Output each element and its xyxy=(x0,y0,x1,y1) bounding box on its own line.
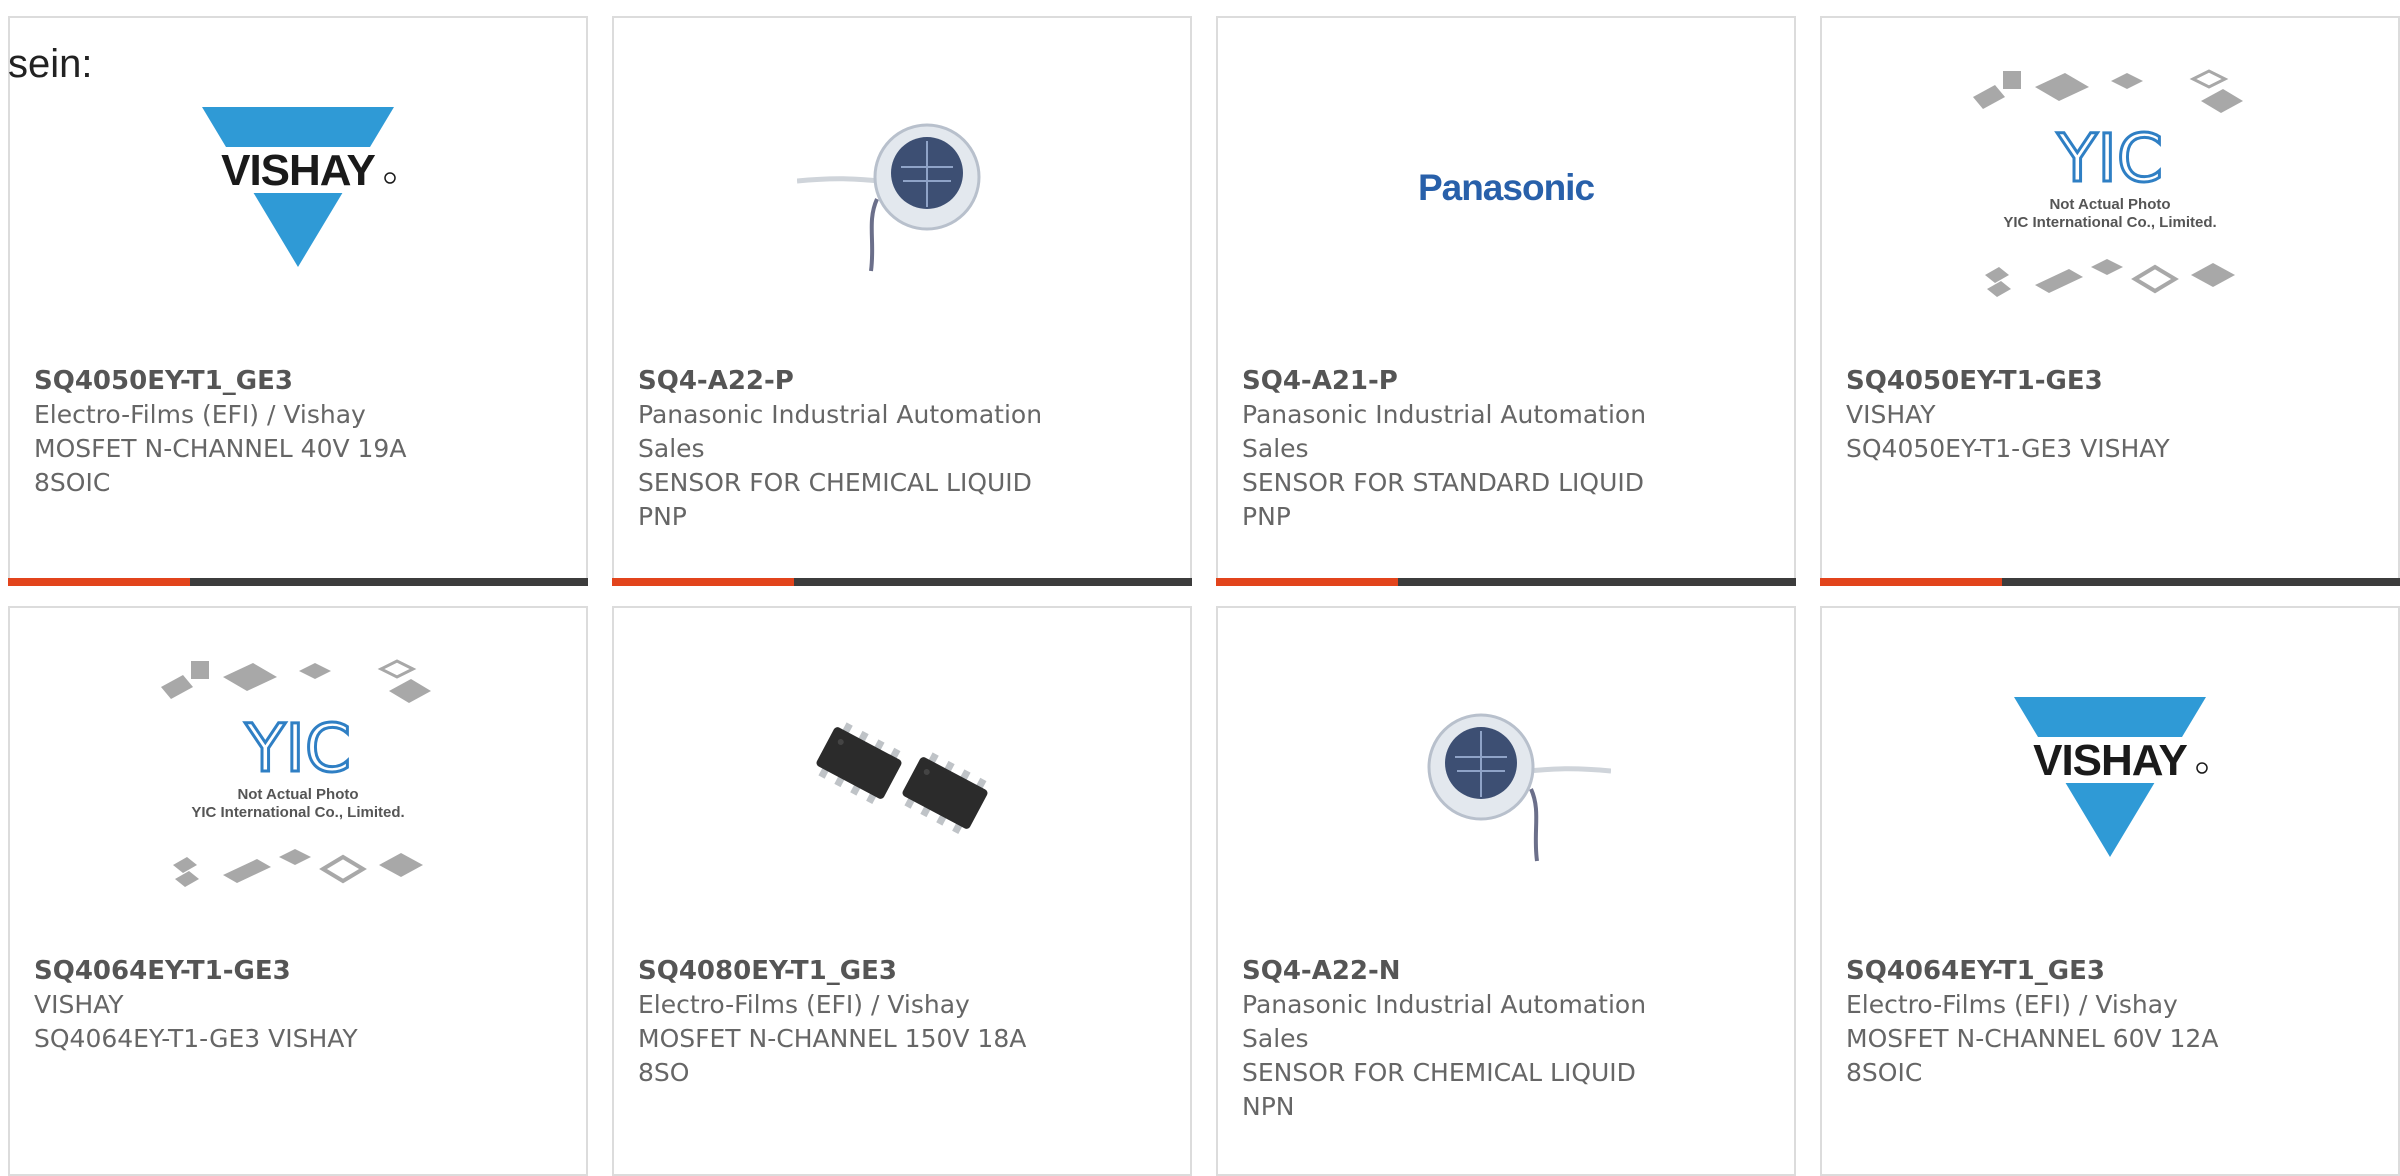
product-info: SQ4064EY-T1-GE3 VISHAY SQ4064EY-T1-GE3 V… xyxy=(34,954,562,1056)
description: SQ4064EY-T1-GE3 VISHAY xyxy=(34,1024,358,1053)
card-bottom-bar xyxy=(1820,578,2400,586)
product-card[interactable]: SQ4-A22-N Panasonic Industrial Automatio… xyxy=(1216,606,1796,1176)
part-number[interactable]: SQ4-A22-N xyxy=(1242,954,1770,988)
svg-text:YIC International Co., Limited: YIC International Co., Limited. xyxy=(2003,214,2216,231)
panasonic-logo-icon: Panasonic xyxy=(1417,167,1595,208)
product-info: SQ4050EY-T1_GE3 Electro-Films (EFI) / Vi… xyxy=(34,364,562,500)
card-bar-highlight xyxy=(612,578,794,586)
description: MOSFET N-CHANNEL 60V 12A 8SOIC xyxy=(1846,1024,2219,1087)
svg-text:Not Actual Photo: Not Actual Photo xyxy=(2049,196,2170,213)
product-info: SQ4050EY-T1-GE3 VISHAY SQ4050EY-T1-GE3 V… xyxy=(1846,364,2374,466)
description: SENSOR FOR CHEMICAL LIQUID PNP xyxy=(638,468,1032,531)
manufacturer: Electro-Films (EFI) / Vishay xyxy=(638,990,970,1019)
svg-text:VISHAY: VISHAY xyxy=(2033,736,2187,785)
yic-placeholder-icon: YIC Not Actual Photo YIC International Co.… xyxy=(153,651,443,905)
svg-text:VISHAY: VISHAY xyxy=(221,146,375,195)
part-number[interactable]: SQ4064EY-T1_GE3 xyxy=(1846,954,2374,988)
yic-placeholder-icon: YIC Not Actual Photo YIC International Co.… xyxy=(1965,61,2255,315)
product-image[interactable]: VISHAY xyxy=(10,18,586,358)
part-number[interactable]: SQ4050EY-T1_GE3 xyxy=(34,364,562,398)
product-image[interactable]: YIC Not Actual Photo YIC International Co.… xyxy=(10,608,586,948)
svg-text:YIC: YIC xyxy=(2056,120,2163,197)
product-card[interactable]: VISHAY SQ4050EY-T1_GE3 Electro-Films (EF… xyxy=(8,16,588,586)
part-number[interactable]: SQ4080EY-T1_GE3 xyxy=(638,954,1166,988)
product-image[interactable] xyxy=(614,608,1190,948)
product-card[interactable]: SQ4080EY-T1_GE3 Electro-Films (EFI) / Vi… xyxy=(612,606,1192,1176)
card-bar-highlight xyxy=(1216,578,1398,586)
product-image[interactable]: VISHAY xyxy=(1822,608,2398,948)
vishay-logo-icon: VISHAY xyxy=(2010,691,2210,865)
svg-text:Not Actual Photo: Not Actual Photo xyxy=(237,786,358,803)
description: MOSFET N-CHANNEL 150V 18A 8SO xyxy=(638,1024,1027,1087)
intro-text: sein: xyxy=(8,42,93,86)
manufacturer: Panasonic Industrial Automation Sales xyxy=(1242,990,1647,1053)
product-image[interactable] xyxy=(614,18,1190,358)
description: SENSOR FOR STANDARD LIQUID PNP xyxy=(1242,468,1644,531)
description: MOSFET N-CHANNEL 40V 19A 8SOIC xyxy=(34,434,407,497)
manufacturer: Panasonic Industrial Automation Sales xyxy=(638,400,1043,463)
part-number[interactable]: SQ4050EY-T1-GE3 xyxy=(1846,364,2374,398)
product-card[interactable]: YIC Not Actual Photo YIC International Co.… xyxy=(8,606,588,1176)
description: SQ4050EY-T1-GE3 VISHAY xyxy=(1846,434,2170,463)
svg-text:YIC International Co., Limited: YIC International Co., Limited. xyxy=(191,804,404,821)
product-info: SQ4080EY-T1_GE3 Electro-Films (EFI) / Vi… xyxy=(638,954,1166,1090)
product-card[interactable]: YIC Not Actual Photo YIC International Co.… xyxy=(1820,16,2400,586)
liquid-sensor-photo-icon xyxy=(796,81,1007,295)
product-info: SQ4-A22-N Panasonic Industrial Automatio… xyxy=(1242,954,1770,1124)
product-info: SQ4-A21-P Panasonic Industrial Automatio… xyxy=(1242,364,1770,534)
product-card[interactable]: SQ4-A22-P Panasonic Industrial Automatio… xyxy=(612,16,1192,586)
card-bottom-bar xyxy=(612,578,1192,586)
card-bottom-bar xyxy=(1216,578,1796,586)
svg-text:YIC: YIC xyxy=(244,710,351,787)
product-image[interactable]: Panasonic xyxy=(1218,18,1794,358)
product-info: SQ4-A22-P Panasonic Industrial Automatio… xyxy=(638,364,1166,534)
description: SENSOR FOR CHEMICAL LIQUID NPN xyxy=(1242,1058,1636,1121)
manufacturer: VISHAY xyxy=(34,990,124,1019)
product-image[interactable]: YIC Not Actual Photo YIC International Co.… xyxy=(1822,18,2398,358)
product-image[interactable] xyxy=(1218,608,1794,948)
card-bar-highlight xyxy=(8,578,190,586)
vishay-logo-icon: VISHAY xyxy=(198,101,398,275)
soic8-chips-photo-icon xyxy=(797,701,1007,855)
manufacturer: Panasonic Industrial Automation Sales xyxy=(1242,400,1647,463)
manufacturer: Electro-Films (EFI) / Vishay xyxy=(1846,990,2178,1019)
card-bottom-bar xyxy=(8,578,588,586)
manufacturer: Electro-Films (EFI) / Vishay xyxy=(34,400,366,429)
product-card[interactable]: VISHAY SQ4064EY-T1_GE3 Electro-Films (EF… xyxy=(1820,606,2400,1176)
manufacturer: VISHAY xyxy=(1846,400,1936,429)
part-number[interactable]: SQ4-A21-P xyxy=(1242,364,1770,398)
part-number[interactable]: SQ4064EY-T1-GE3 xyxy=(34,954,562,988)
product-card[interactable]: Panasonic SQ4-A21-P Panasonic Industrial… xyxy=(1216,16,1796,586)
product-info: SQ4064EY-T1_GE3 Electro-Films (EFI) / Vi… xyxy=(1846,954,2374,1090)
part-number[interactable]: SQ4-A22-P xyxy=(638,364,1166,398)
card-bar-highlight xyxy=(1820,578,2002,586)
liquid-sensor-photo-icon xyxy=(1401,671,1612,885)
